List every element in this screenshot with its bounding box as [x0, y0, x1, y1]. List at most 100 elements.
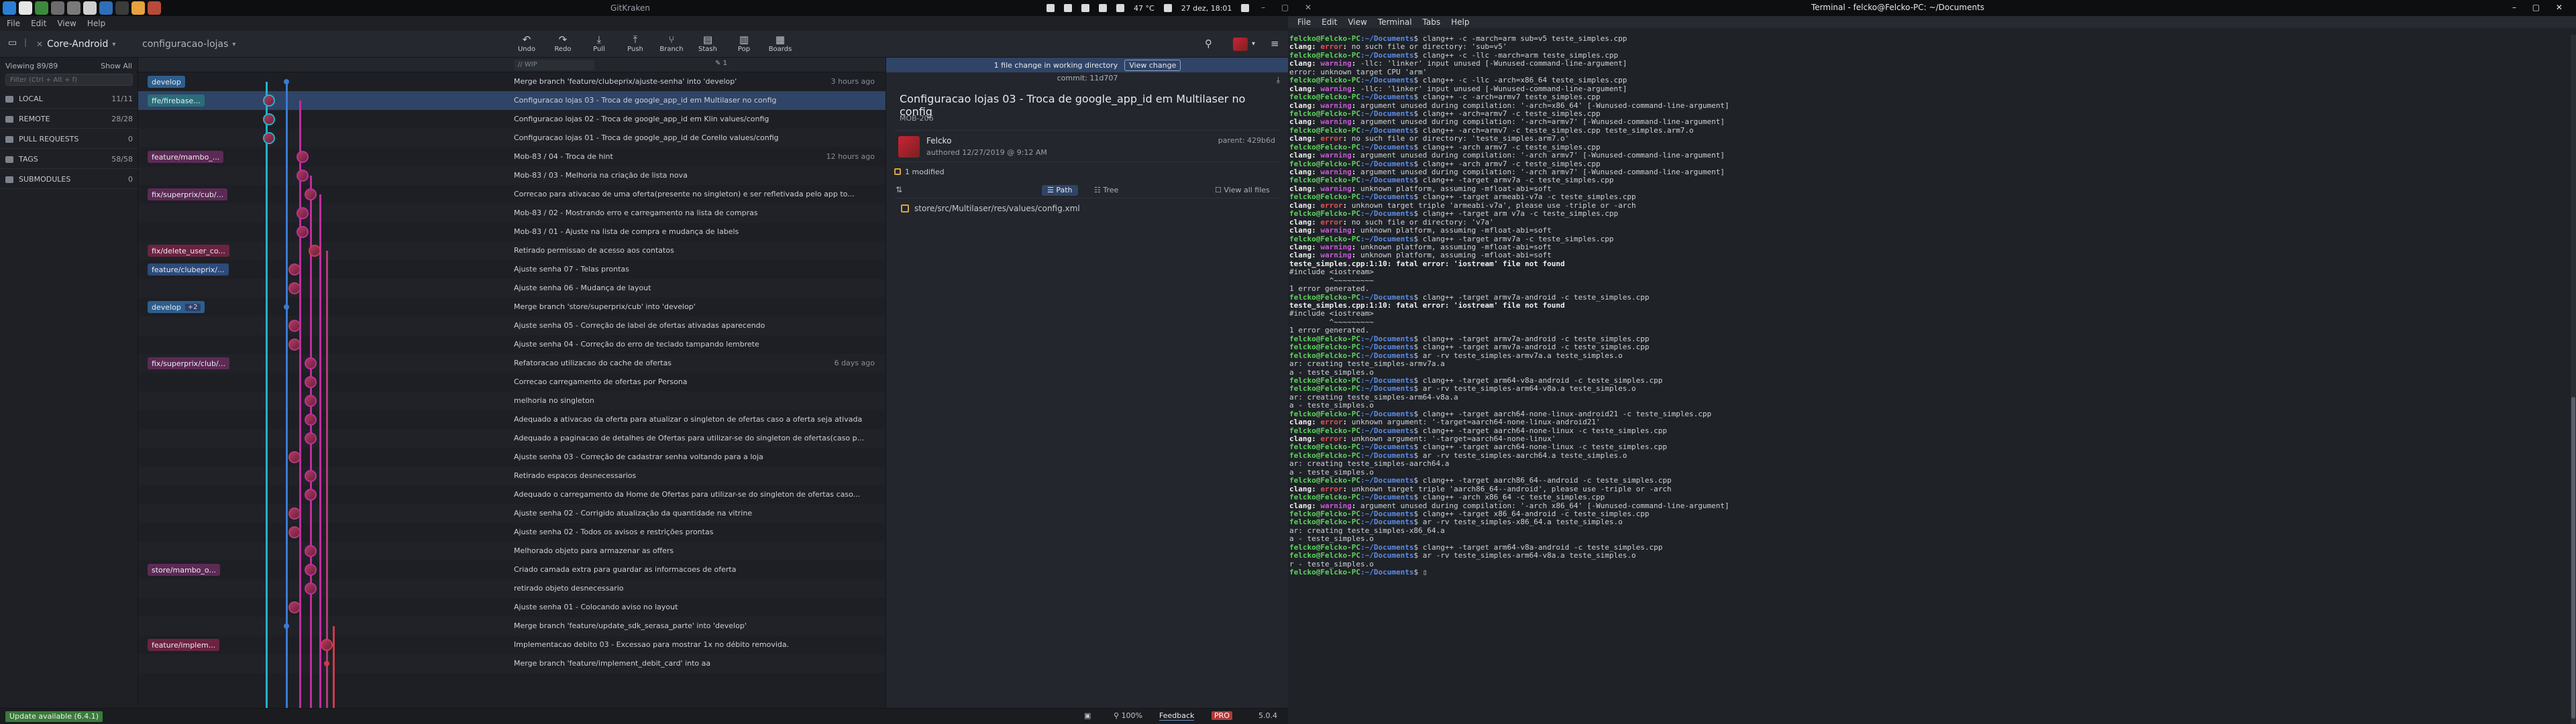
commit-row[interactable]: Correcao carregamento de ofertas por Per… [138, 373, 885, 391]
path-tab[interactable]: ☰ Path [1042, 185, 1078, 196]
clock[interactable]: 27 dez, 18:01 [1181, 4, 1232, 13]
tray-network-icon[interactable] [1064, 4, 1072, 12]
commit-row[interactable]: Criado camada extra para guardar as info… [138, 560, 885, 579]
tray-volume-icon[interactable] [1099, 4, 1107, 12]
commit-row[interactable]: melhoria no singleton [138, 391, 885, 410]
branch-label[interactable]: feature/clubeprix/... [148, 263, 229, 276]
window-icon[interactable] [19, 1, 32, 15]
archive-icon[interactable] [83, 1, 97, 15]
parent-sha[interactable]: parent: 429b6d [1218, 136, 1275, 145]
tray-bluetooth-icon[interactable] [1081, 4, 1089, 12]
terminal-menu-help[interactable]: Help [1451, 17, 1469, 27]
settings-icon[interactable] [67, 1, 80, 15]
commit-row[interactable]: Ajuste senha 02 - Todos os avisos e rest… [138, 523, 885, 542]
menu-item-file[interactable]: File [7, 19, 20, 28]
commit-row[interactable]: Configuracao lojas 02 - Troca de google_… [138, 110, 885, 129]
commit-row[interactable]: Merge branch 'store/superprix/cub' into … [138, 298, 885, 316]
app-icon[interactable] [148, 1, 161, 15]
branch-label[interactable]: develop [148, 76, 185, 88]
commit-row[interactable]: Merge branch 'feature/implement_debit_ca… [138, 654, 885, 673]
terminal-menu-file[interactable]: File [1297, 17, 1311, 27]
tray-power-icon[interactable] [1241, 4, 1250, 12]
terminal-scrollbar[interactable] [2571, 35, 2576, 724]
commit-row[interactable]: Retirado espacos desnecessarios [138, 467, 885, 485]
gitkraken-icon[interactable] [35, 1, 48, 15]
commit-row[interactable]: Mob-83 / 01 - Ajuste na lista de compra … [138, 223, 885, 241]
commit-row[interactable]: Mob-83 / 04 - Troca de hint 12 hours ago f… [138, 147, 885, 166]
close-tab-icon[interactable]: ✕ [36, 40, 43, 49]
branch-label[interactable]: feature/implem... [148, 639, 220, 651]
view-change-button[interactable]: View change [1124, 59, 1181, 71]
terminal-window-controls[interactable]: – ▢ ✕ [2512, 3, 2569, 12]
commit-row[interactable]: retirado objeto desnecessario [138, 579, 885, 598]
commit-row[interactable]: Mob-83 / 02 - Mostrando erro e carregame… [138, 204, 885, 223]
filter-input[interactable]: Filter (Ctrl + Alt + f) [5, 74, 133, 86]
pop-button[interactable]: ▥ Pop [727, 34, 761, 53]
menu-item-view[interactable]: View [57, 19, 76, 28]
stash-button[interactable]: ▤ Stash [691, 34, 724, 53]
commit-row[interactable]: Ajuste senha 05 - Correção de label de o… [138, 316, 885, 335]
commit-sha[interactable]: commit: 11d707 [886, 74, 1289, 87]
branch-label[interactable]: fix/superprix/cub/... [148, 188, 228, 200]
commit-row[interactable]: Configuracao lojas 03 - Troca de google_… [138, 91, 885, 110]
changed-file[interactable]: store/src/Multilaser/res/values/config.x… [901, 204, 1080, 213]
feedback-button[interactable]: Feedback [1159, 711, 1195, 721]
branch-label[interactable]: fix/superprix/club/... [148, 357, 230, 369]
commit-row[interactable]: Ajuste senha 02 - Corrigido atualização … [138, 504, 885, 523]
boards-button[interactable]: ▦ Boards [763, 34, 797, 53]
push-button[interactable]: ⤒ Push [619, 34, 652, 53]
branch-label[interactable]: store/mambo_o... [148, 564, 220, 576]
menu-icon[interactable]: ≡ [1271, 38, 1279, 50]
commit-row[interactable]: Adequado a ativacao da oferta para atual… [138, 410, 885, 429]
commit-row[interactable]: Retirado permissao de acesso aos contato… [138, 241, 885, 260]
menu-item-edit[interactable]: Edit [31, 19, 46, 28]
files-icon[interactable] [51, 1, 64, 15]
section-tags[interactable]: TAGS 58/58 [0, 150, 138, 169]
chevron-down-icon[interactable]: ▾ [1252, 40, 1255, 48]
commit-row[interactable]: Mob-83 / 03 - Melhoria na criação de lis… [138, 166, 885, 185]
undo-button[interactable]: ↶ Undo [510, 34, 543, 53]
download-icon[interactable]: ⤓ [1277, 75, 1280, 85]
view-all-files-checkbox[interactable]: ☐ View all files [1210, 185, 1275, 196]
commit-row[interactable]: Merge branch 'feature/clubeprix/ajuste-s… [138, 72, 885, 91]
tray-app-icon[interactable] [1046, 4, 1055, 12]
section-remote[interactable]: REMOTE 28/28 [0, 110, 138, 129]
notifications-icon[interactable]: ▣ [1084, 711, 1091, 720]
commit-row[interactable]: Adequado a paginacao de detalhes de Ofer… [138, 429, 885, 448]
folder-icon[interactable]: ▭ [8, 38, 17, 48]
branch-label[interactable]: ffe/firebase... [148, 95, 205, 107]
repo-selector[interactable]: ✕ Core-Android ▾ [36, 36, 115, 52]
terminal-icon[interactable] [115, 1, 129, 15]
commit-row[interactable]: Melhorado objeto para armazenar as offer… [138, 542, 885, 560]
commit-row[interactable]: Ajuste senha 07 - Telas prontas feature/c… [138, 260, 885, 279]
commit-row[interactable]: Refatoracao utilizacao do cache de ofert… [138, 354, 885, 373]
section-local[interactable]: LOCAL 11/11 [0, 90, 138, 109]
search-icon[interactable]: ⚲ [1205, 38, 1212, 50]
terminal-menu-tabs[interactable]: Tabs [1423, 17, 1441, 27]
update-button[interactable]: Update available (6.4.1) [5, 711, 103, 722]
avatar[interactable] [1233, 38, 1248, 51]
terminal-menu-view[interactable]: View [1348, 17, 1366, 27]
zoom-icon[interactable]: ⚲ 100% [1114, 711, 1142, 720]
terminal-menu-terminal[interactable]: Terminal [1378, 17, 1412, 27]
section-pull-requests[interactable]: PULL REQUESTS 0 [0, 130, 138, 149]
menu-icon[interactable] [3, 1, 16, 15]
pull-button[interactable]: ⤓ Pull [582, 34, 616, 53]
commit-row[interactable]: Correcao para ativacao de uma oferta(pre… [138, 185, 885, 204]
commit-row[interactable]: Ajuste senha 04 - Correção do erro de te… [138, 335, 885, 354]
branch-label[interactable]: develop +2 [148, 301, 205, 313]
folder-icon[interactable] [99, 1, 113, 15]
terminal-output[interactable]: felcko@Felcko-PC:~/Documents$ clang++ -c… [1289, 35, 2564, 724]
branch-label[interactable]: fix/delete_user_co... [148, 245, 229, 257]
section-submodules[interactable]: SUBMODULES 0 [0, 170, 138, 189]
gitkraken-window-controls[interactable]: – ▢ ✕ [1261, 3, 1318, 12]
branch-selector[interactable]: configuracao-lojas ▾ [142, 36, 235, 52]
commit-row[interactable]: Merge branch 'feature/update_sdk_serasa_… [138, 617, 885, 636]
commit-row[interactable]: Adequado o carregamento da Home de Ofert… [138, 485, 885, 504]
pro-badge[interactable]: PRO [1212, 711, 1232, 720]
branch-label[interactable]: feature/mambo_... [148, 151, 224, 163]
redo-button[interactable]: ↷ Redo [546, 34, 580, 53]
tray-battery-icon[interactable] [1163, 4, 1172, 12]
sort-icon[interactable]: ⇅ [896, 185, 902, 194]
commit-row[interactable]: Implementacao debito 03 - Excessao para … [138, 636, 885, 654]
